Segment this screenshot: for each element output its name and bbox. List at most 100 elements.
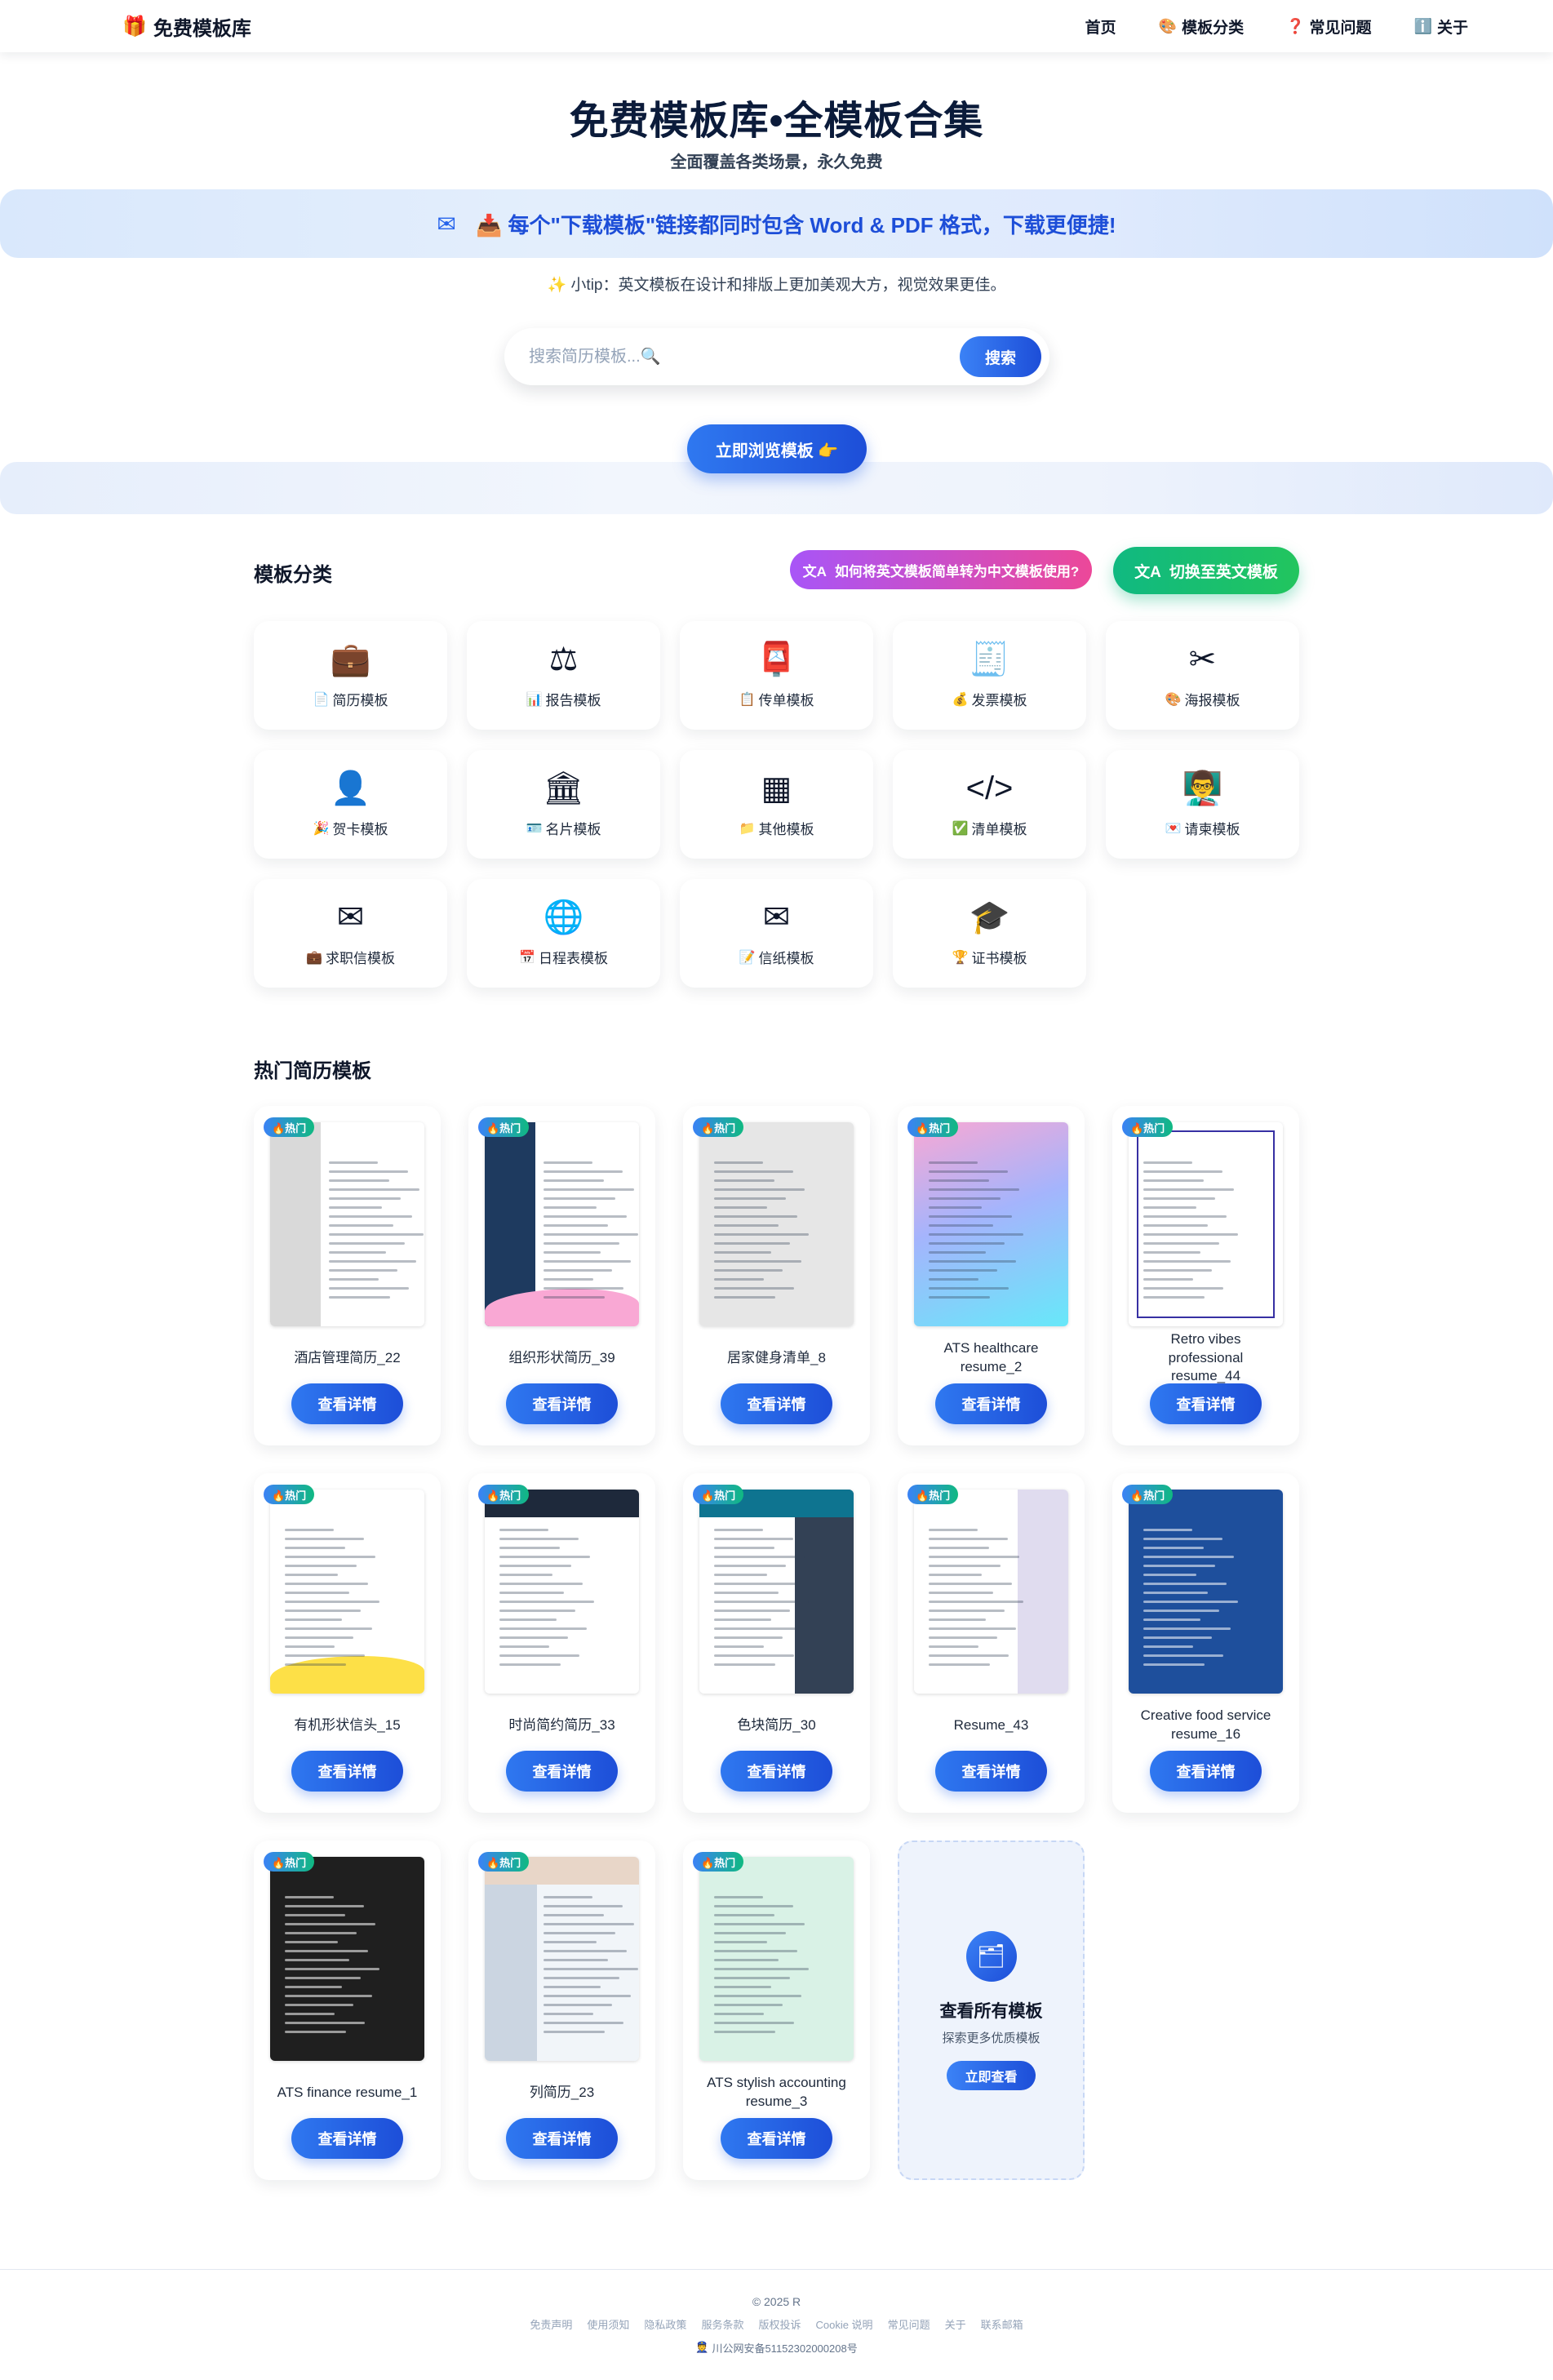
category-emoji-icon: 📅 — [519, 950, 535, 965]
browse-templates-button[interactable]: 立即浏览模板 👉 — [687, 424, 867, 473]
category-label: 贺卡模板 — [332, 822, 388, 837]
template-card[interactable]: 🔥热门 时尚简约简历_33 查看详情 — [468, 1473, 655, 1813]
view-details-button[interactable]: 查看详情 — [1150, 1383, 1262, 1424]
view-details-button[interactable]: 查看详情 — [1150, 1751, 1262, 1792]
category-icon: ✂ — [1188, 642, 1217, 677]
gift-icon: 🎁 — [122, 15, 147, 38]
nav-about[interactable]: ℹ️ 关于 — [1414, 16, 1468, 38]
nav-home[interactable]: 首页 — [1085, 16, 1116, 38]
tip-text: ✨ 小tip：英文模板在设计和排版上更加美观大方，视觉效果更佳。 — [547, 277, 1006, 294]
category-label-row: 📋 传单模板 — [739, 689, 814, 709]
footer-link[interactable]: 版权投诉 — [758, 2316, 801, 2332]
category-card[interactable]: 📮 📋 传单模板 — [680, 621, 873, 730]
template-thumbnail[interactable] — [914, 1122, 1068, 1326]
template-card[interactable]: 🔥热门 居家健身清单_8 查看详情 — [683, 1106, 870, 1445]
category-label-row: 💰 发票模板 — [952, 689, 1027, 709]
category-emoji-icon: 🪪 — [526, 821, 543, 836]
template-card[interactable]: 🔥热门 列简历_23 查看详情 — [468, 1841, 655, 2180]
category-label-row: 📝 信纸模板 — [739, 947, 814, 967]
category-card[interactable]: </> ✅ 清单模板 — [893, 750, 1086, 859]
template-card[interactable]: 🔥热门 ATS healthcare resume_2 查看详情 — [898, 1106, 1085, 1445]
template-card[interactable]: 🔥热门 有机形状信头_15 查看详情 — [254, 1473, 441, 1813]
template-thumbnail[interactable] — [1129, 1122, 1283, 1326]
template-card[interactable]: 🔥热门 ATS finance resume_1 查看详情 — [254, 1841, 441, 2180]
category-label-row: 🏆 证书模板 — [952, 947, 1027, 967]
search-input[interactable] — [529, 347, 960, 366]
template-card[interactable]: 🔥热门 Creative food service resume_16 查看详情 — [1112, 1473, 1299, 1813]
category-card[interactable]: ▦ 📁 其他模板 — [680, 750, 873, 859]
template-thumbnail[interactable] — [699, 1490, 854, 1694]
main-nav: 首页 🎨 模板分类 ❓ 常见问题 ℹ️ 关于 — [1085, 16, 1468, 38]
footer-link[interactable]: 服务条款 — [701, 2316, 743, 2332]
template-name: ATS finance resume_1 — [277, 2084, 418, 2100]
category-label-row: 📄 简历模板 — [313, 689, 388, 709]
copyright: © 2025 R — [752, 2294, 801, 2308]
view-details-button[interactable]: 查看详情 — [935, 1751, 1047, 1792]
view-details-button[interactable]: 查看详情 — [506, 2118, 618, 2159]
howto-convert-button[interactable]: 文A 如何将英文模板简单转为中文模板使用? — [790, 550, 1092, 589]
category-label-row: 🎨 海报模板 — [1165, 689, 1240, 709]
template-thumbnail[interactable] — [699, 1857, 854, 2061]
template-card[interactable]: 🔥热门 组织形状简历_39 查看详情 — [468, 1106, 655, 1445]
template-thumbnail[interactable] — [485, 1122, 639, 1326]
view-details-button[interactable]: 查看详情 — [721, 2118, 832, 2159]
template-thumbnail[interactable] — [699, 1122, 854, 1326]
category-icon: ✉ — [762, 899, 791, 935]
category-emoji-icon: 📄 — [313, 692, 330, 707]
category-label: 清单模板 — [971, 822, 1027, 837]
nav-categories[interactable]: 🎨 模板分类 — [1159, 16, 1244, 38]
view-details-button[interactable]: 查看详情 — [721, 1751, 832, 1792]
category-card[interactable]: ⚖ 📊 报告模板 — [467, 621, 660, 730]
view-details-button[interactable]: 查看详情 — [721, 1383, 832, 1424]
template-card[interactable]: 🔥热门 ATS stylish accounting resume_3 查看详情 — [683, 1841, 870, 2180]
category-card[interactable]: 🏛 🪪 名片模板 — [467, 750, 660, 859]
template-thumbnail[interactable] — [485, 1857, 639, 2061]
template-thumbnail[interactable] — [270, 1857, 424, 2061]
template-thumbnail[interactable] — [485, 1490, 639, 1694]
view-details-button[interactable]: 查看详情 — [935, 1383, 1047, 1424]
nav-faq[interactable]: ❓ 常见问题 — [1286, 16, 1371, 38]
category-card[interactable]: 🎓 🏆 证书模板 — [893, 879, 1086, 988]
category-icon: 📮 — [756, 642, 797, 677]
switch-english-button[interactable]: 文A 切换至英文模板 — [1113, 547, 1299, 594]
footer-link[interactable]: Cookie 说明 — [815, 2316, 872, 2332]
view-now-button[interactable]: 立即查看 — [947, 2060, 1036, 2090]
category-emoji-icon: 💌 — [1165, 821, 1182, 836]
template-card[interactable]: 🔥热门 Retro vibes professional resume_44 查… — [1112, 1106, 1299, 1445]
footer-link[interactable]: 隐私政策 — [644, 2316, 686, 2332]
footer-link[interactable]: 免责声明 — [530, 2316, 572, 2332]
category-card[interactable]: 🌐 📅 日程表模板 — [467, 879, 660, 988]
view-details-button[interactable]: 查看详情 — [291, 2118, 403, 2159]
category-card[interactable]: 👤 🎉 贺卡模板 — [254, 750, 447, 859]
search-button[interactable]: 搜索 — [960, 336, 1041, 377]
footer-link[interactable]: 关于 — [945, 2316, 966, 2332]
police-badge-icon: 👮 — [695, 2341, 709, 2353]
template-thumbnail[interactable] — [914, 1490, 1068, 1694]
template-thumbnail[interactable] — [270, 1122, 424, 1326]
template-card[interactable]: 🔥热门 色块简历_30 查看详情 — [683, 1473, 870, 1813]
template-thumbnail[interactable] — [270, 1490, 424, 1694]
template-name: 组织形状简历_39 — [508, 1349, 615, 1365]
category-card[interactable]: ✉ 💼 求职信模板 — [254, 879, 447, 988]
template-card[interactable]: 🔥热门 酒店管理简历_22 查看详情 — [254, 1106, 441, 1445]
category-card[interactable]: 🧾 💰 发票模板 — [893, 621, 1086, 730]
site-logo[interactable]: 🎁 免费模板库 — [122, 12, 251, 41]
template-name: 有机形状信头_15 — [294, 1716, 401, 1733]
footer-link[interactable]: 常见问题 — [888, 2316, 930, 2332]
category-card[interactable]: 👨‍🏫 💌 请柬模板 — [1106, 750, 1299, 859]
template-card[interactable]: 🔥热门 Resume_43 查看详情 — [898, 1473, 1085, 1813]
category-card[interactable]: 💼 📄 简历模板 — [254, 621, 447, 730]
view-details-button[interactable]: 查看详情 — [506, 1751, 618, 1792]
view-details-button[interactable]: 查看详情 — [506, 1383, 618, 1424]
category-label: 报告模板 — [545, 693, 601, 708]
beian-record[interactable]: 👮 川公网安备51152302000208号 — [695, 2340, 857, 2356]
view-details-button[interactable]: 查看详情 — [291, 1751, 403, 1792]
footer-link[interactable]: 使用须知 — [587, 2316, 629, 2332]
category-card[interactable]: ✉ 📝 信纸模板 — [680, 879, 873, 988]
translate-icon: 文A — [802, 563, 827, 579]
view-details-button[interactable]: 查看详情 — [291, 1383, 403, 1424]
template-thumbnail[interactable] — [1129, 1490, 1283, 1694]
category-card[interactable]: ✂ 🎨 海报模板 — [1106, 621, 1299, 730]
view-all-templates-card[interactable]: 🗂 查看所有模板 探索更多优质模板 立即查看 — [898, 1841, 1085, 2180]
footer-link[interactable]: 联系邮箱 — [981, 2316, 1023, 2332]
